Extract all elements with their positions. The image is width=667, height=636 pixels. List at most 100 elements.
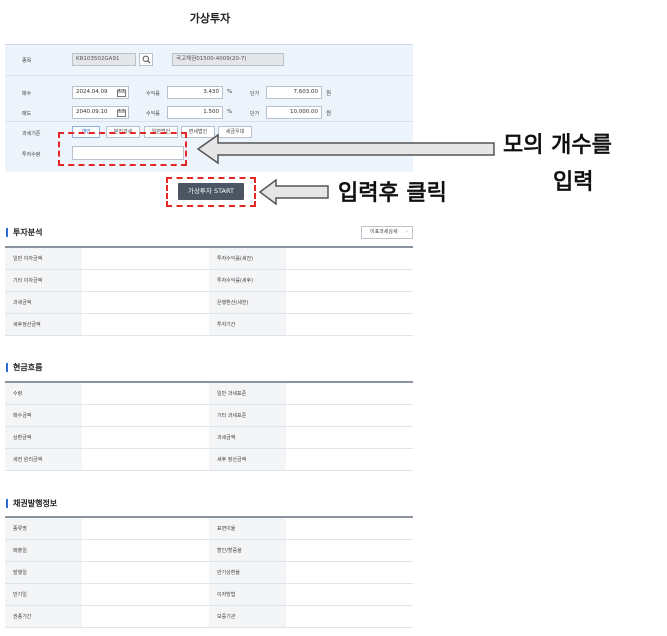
table-value	[286, 561, 413, 584]
quantity-highlight	[58, 132, 187, 166]
table-value	[286, 313, 413, 336]
table-row: 발행일 만기상환율	[5, 561, 413, 584]
table-key: 매출일	[5, 539, 83, 562]
table-value	[286, 381, 413, 405]
table-key: 매수금액	[5, 404, 83, 427]
sell-yield-input[interactable]: 1.500	[167, 106, 223, 119]
cashflow-table: 수량 일반 과세표준 매수금액 기타 과세표준 상환금액 과세금액 세전 원리금액 세후…	[5, 381, 413, 471]
sell-price-input[interactable]: 10,000.00	[266, 106, 322, 119]
bond-info-table: 종류명 표면이율 매출일 할인/할증율 발행일 만기상환율 만기일 이자방법 권종기간 보…	[5, 516, 413, 628]
table-value	[82, 246, 209, 270]
table-value	[82, 381, 209, 405]
table-value	[82, 605, 209, 628]
table-key: 이자방법	[208, 583, 287, 606]
percent-unit: %	[227, 89, 233, 95]
item-label: 종목	[22, 58, 32, 64]
buy-yield-input[interactable]: 3.430	[167, 86, 223, 99]
table-value	[286, 291, 413, 314]
buy-yield-label: 수익률	[146, 91, 160, 97]
chevron-right-icon: ›	[406, 229, 408, 235]
calendar-icon[interactable]	[117, 89, 126, 97]
table-key: 세전 원리금액	[5, 448, 83, 471]
table-key: 투자기간	[208, 313, 287, 336]
item-code-input[interactable]: KR103502GA91	[72, 53, 136, 66]
table-key: 종류명	[5, 516, 83, 540]
table-value	[82, 404, 209, 427]
table-key: 표면이율	[208, 516, 287, 540]
table-value	[286, 605, 413, 628]
table-row: 세전 원리금액 세후 정산금액	[5, 448, 413, 471]
section-title-cashflow: 현금흐름	[6, 363, 42, 372]
table-key: 권종기간	[5, 605, 83, 628]
section-title-analysis: 투자분석	[6, 228, 42, 237]
table-row: 기타 이자금액 투자수익률(세후)	[5, 269, 413, 292]
table-key: 투자수익률(세후)	[208, 269, 287, 292]
sell-price-label: 단가	[250, 111, 260, 117]
percent-unit: %	[227, 109, 233, 115]
table-row: 수량 일반 과세표준	[5, 381, 413, 405]
table-key: 보증기관	[208, 605, 287, 628]
table-value	[82, 313, 209, 336]
table-row: 종류명 표면이율	[5, 516, 413, 540]
table-key: 수량	[5, 381, 83, 405]
table-row: 매수금액 기타 과세표준	[5, 404, 413, 427]
table-row: 상환금액 과세금액	[5, 426, 413, 449]
table-value	[286, 404, 413, 427]
form-divider	[5, 75, 413, 76]
table-value	[286, 516, 413, 540]
table-row: 권종기간 보증기관	[5, 605, 413, 628]
search-icon	[142, 55, 150, 64]
table-row: 과세금액 은행환산(세전)	[5, 291, 413, 314]
detail-button-label: 이표과세상세	[370, 229, 398, 235]
buy-date-value: 2024.04.09	[76, 89, 108, 95]
table-value	[82, 291, 209, 314]
sell-date-input[interactable]: 2040.09.10	[72, 106, 129, 119]
table-key: 일반 과세표준	[208, 381, 287, 405]
table-key: 은행환산(세전)	[208, 291, 287, 314]
table-key: 상환금액	[5, 426, 83, 449]
table-value	[82, 426, 209, 449]
table-key: 발행일	[5, 561, 83, 584]
buy-date-input[interactable]: 2024.04.09	[72, 86, 129, 99]
table-value	[82, 269, 209, 292]
sell-label: 매도	[22, 111, 32, 117]
sell-date-value: 2040.09.10	[76, 109, 108, 115]
analysis-table: 일반 이자금액 투자수익률(세전) 기타 이자금액 투자수익률(세후) 과세금액 은행…	[5, 246, 413, 336]
won-unit: 원	[326, 111, 332, 117]
buy-price-label: 단가	[250, 91, 260, 97]
section-title-bond-info: 채권발행정보	[6, 499, 57, 508]
table-value	[286, 269, 413, 292]
table-value	[82, 516, 209, 540]
arrow-left-icon	[196, 133, 495, 165]
calendar-icon[interactable]	[117, 109, 126, 117]
table-key: 세후정산금액	[5, 313, 83, 336]
virtual-invest-start-button[interactable]: 가상투자 START	[178, 183, 244, 200]
table-key: 투자수익률(세전)	[208, 246, 287, 270]
table-value	[286, 246, 413, 270]
annotation-quantity-line2: 입력	[553, 170, 594, 195]
arrow-left-icon	[258, 178, 329, 206]
table-value	[82, 583, 209, 606]
table-value	[286, 583, 413, 606]
quantity-label: 투자수량	[22, 152, 41, 158]
sell-yield-label: 수익률	[146, 111, 160, 117]
coupon-tax-detail-button[interactable]: 이표과세상세 ›	[361, 226, 413, 239]
table-key: 일반 이자금액	[5, 246, 83, 270]
search-button[interactable]	[139, 53, 153, 66]
table-row: 세후정산금액 투자기간	[5, 313, 413, 336]
table-key: 할인/할증율	[208, 539, 287, 562]
tax-basis-label: 과세기준	[22, 131, 41, 137]
table-key: 만기상환율	[208, 561, 287, 584]
buy-label: 매수	[22, 91, 32, 97]
table-value	[82, 561, 209, 584]
item-name-field: 국고채권01500-4009(20-7)	[172, 53, 284, 66]
won-unit: 원	[326, 91, 332, 97]
table-value	[286, 539, 413, 562]
buy-price-input[interactable]: 7,603.00	[266, 86, 322, 99]
table-value	[286, 448, 413, 471]
table-row: 매출일 할인/할증율	[5, 539, 413, 562]
annotation-click: 입력후 클릭	[338, 181, 447, 206]
table-key: 과세금액	[208, 426, 287, 449]
table-key: 세후 정산금액	[208, 448, 287, 471]
table-key: 과세금액	[5, 291, 83, 314]
